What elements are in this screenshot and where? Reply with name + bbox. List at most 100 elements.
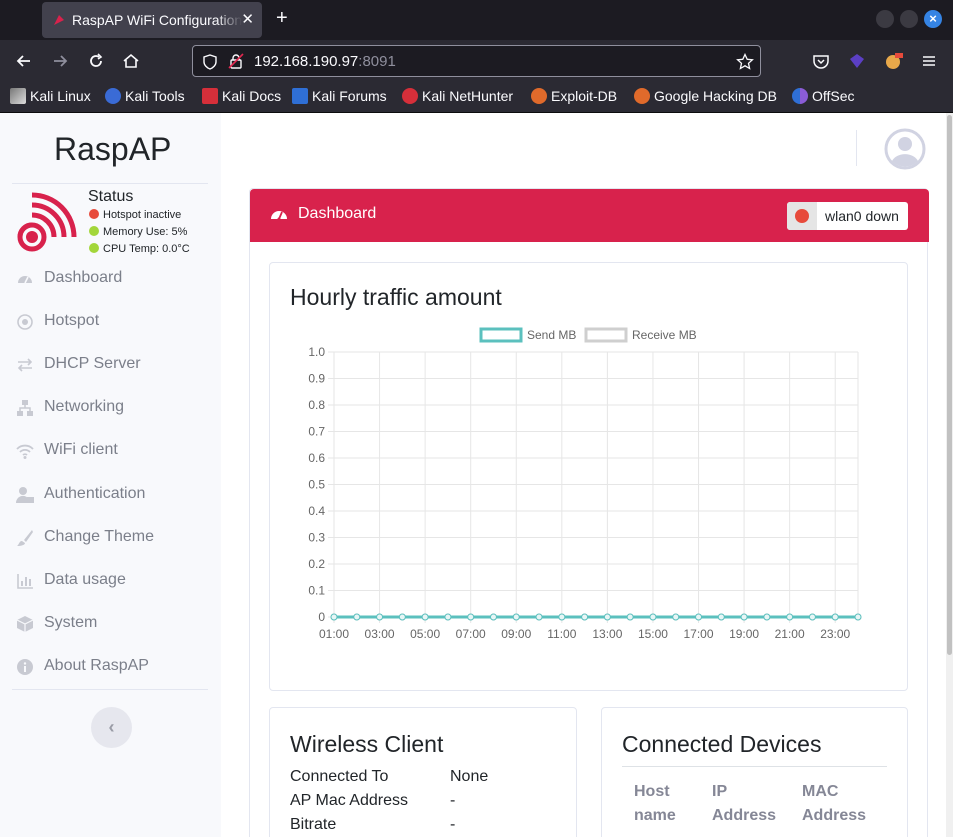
x-tick-label: 07:00 <box>456 627 486 641</box>
browser-navbar: 192.168.190.97:8091 <box>0 40 953 82</box>
sidebar-toggle-button[interactable]: ‹ <box>91 707 132 748</box>
network-icon <box>17 400 33 416</box>
y-tick-label: 0.2 <box>308 557 325 571</box>
sidebar-item-label: DHCP Server <box>44 355 141 372</box>
x-tick-label: 23:00 <box>820 627 850 641</box>
bookmark-offsec[interactable]: OffSec <box>792 88 855 104</box>
status-led-icon <box>787 202 817 230</box>
data-point <box>467 613 475 621</box>
scrollbar-thumb[interactable] <box>947 115 952 655</box>
sidebar-item-label: System <box>44 614 98 631</box>
wc-value-connected-to: None <box>450 768 489 785</box>
x-tick-label: 15:00 <box>638 627 668 641</box>
url-bar[interactable]: 192.168.190.97:8091 <box>192 45 761 77</box>
column-header-ip-address[interactable]: IP Address <box>712 780 792 828</box>
bookmark-kali-tools[interactable]: Kali Tools <box>105 88 185 104</box>
tab-close-icon[interactable]: ✕ <box>241 10 254 28</box>
sidebar-item-label: About RaspAP <box>44 657 149 674</box>
sidebar-item-label: WiFi client <box>44 441 118 458</box>
insecure-lock-icon[interactable] <box>228 53 244 69</box>
data-point <box>444 613 452 621</box>
y-tick-label: 0.5 <box>308 478 325 492</box>
status-dot-icon <box>89 209 99 219</box>
bookmark-kali-nethunter[interactable]: Kali NetHunter <box>402 88 513 104</box>
x-tick-label: 01:00 <box>319 627 349 641</box>
status-dot-icon <box>89 243 99 253</box>
hourly-traffic-card: Hourly traffic amount 0 0.1 0.2 0.3 0.4 0.5 0.… <box>269 262 908 691</box>
bookmark-kali-docs[interactable]: Kali Docs <box>202 88 281 104</box>
y-tick-label: 0.8 <box>308 398 325 412</box>
sidebar-item-label: Hotspot <box>44 312 100 329</box>
bookmark-label: Google Hacking DB <box>654 88 777 104</box>
extension-icon[interactable] <box>847 51 867 71</box>
data-point <box>831 613 839 621</box>
data-point <box>512 613 520 621</box>
sidebar-item-label: Networking <box>44 398 125 415</box>
forward-icon[interactable] <box>50 51 70 71</box>
bookmark-exploit-db[interactable]: Exploit-DB <box>531 88 617 104</box>
interface-status-button[interactable]: wlan0 down <box>787 202 908 230</box>
url-port: :8091 <box>358 53 396 70</box>
data-point <box>786 613 794 621</box>
brand-title[interactable]: RaspAP <box>54 131 171 168</box>
close-window-icon[interactable]: × <box>924 10 942 28</box>
bookmark-kali-forums[interactable]: Kali Forums <box>292 88 387 104</box>
status-title: Status <box>88 188 134 205</box>
hotspot-icon <box>17 314 33 330</box>
data-point <box>695 613 703 621</box>
menu-icon[interactable] <box>919 51 939 71</box>
reload-icon[interactable] <box>86 51 106 71</box>
wireless-client-card: Wireless Client Connected To None AP Mac… <box>269 707 577 837</box>
bookmark-kali-linux[interactable]: Kali Linux <box>10 88 91 104</box>
data-point <box>330 613 338 621</box>
wc-value-ap-mac: - <box>450 792 456 809</box>
status-memory: Memory Use: 5% <box>89 226 187 238</box>
interface-status-label: wlan0 down <box>825 208 899 224</box>
topbar-divider <box>856 130 857 166</box>
data-point <box>808 613 816 621</box>
pocket-icon[interactable] <box>811 51 831 71</box>
new-tab-icon[interactable]: + <box>276 8 288 28</box>
minimize-window-icon[interactable] <box>876 10 894 28</box>
y-tick-label: 0.3 <box>308 531 325 545</box>
x-tick-label: 05:00 <box>410 627 440 641</box>
x-tick-label: 11:00 <box>547 627 576 641</box>
browser-tab[interactable]: RaspAP WiFi Configuration Portal ✕ <box>42 2 262 38</box>
browser-tab-strip: RaspAP WiFi Configuration Portal ✕ + × <box>0 0 953 40</box>
exploit-db-icon <box>531 88 547 104</box>
data-point <box>353 613 361 621</box>
wc-value-bitrate: - <box>450 816 456 833</box>
extension-cookie-icon[interactable] <box>883 51 903 71</box>
y-tick-label: 0.6 <box>308 451 325 465</box>
dashboard-header: Dashboard wlan0 down <box>250 189 929 242</box>
bookmark-label: Kali Linux <box>30 88 91 104</box>
tab-title: RaspAP WiFi Configuration Portal <box>72 12 242 28</box>
status-hotspot: Hotspot inactive <box>89 209 181 221</box>
data-point <box>489 613 497 621</box>
shield-icon[interactable] <box>202 54 218 70</box>
data-point <box>854 613 862 621</box>
legend-label: Receive MB <box>632 328 697 342</box>
cube-icon <box>16 616 34 632</box>
column-header-mac-address[interactable]: MAC Address <box>802 780 882 828</box>
kali-docs-icon <box>202 88 218 104</box>
status-cpu-temp: CPU Temp: 0.0°C <box>89 243 190 255</box>
back-icon[interactable] <box>14 51 34 71</box>
url-text[interactable]: 192.168.190.97:8091 <box>254 53 396 70</box>
bookmark-google-hacking-db[interactable]: Google Hacking DB <box>634 88 777 104</box>
column-header-host-name[interactable]: Host name <box>634 780 694 828</box>
table-divider <box>622 766 887 767</box>
data-point <box>558 613 566 621</box>
bookmark-label: Kali Forums <box>312 88 387 104</box>
dashboard-title: Dashboard <box>298 205 377 222</box>
connected-devices-title: Connected Devices <box>622 731 822 757</box>
status-text: Hotspot inactive <box>103 209 182 221</box>
ghdb-icon <box>634 88 650 104</box>
dashboard-icon <box>18 276 32 284</box>
data-point <box>717 613 725 621</box>
user-avatar-icon[interactable] <box>884 128 926 170</box>
maximize-window-icon[interactable] <box>900 10 918 28</box>
home-icon[interactable] <box>121 51 141 71</box>
y-tick-label: 0.4 <box>308 504 325 518</box>
bookmark-star-icon[interactable] <box>736 53 754 71</box>
